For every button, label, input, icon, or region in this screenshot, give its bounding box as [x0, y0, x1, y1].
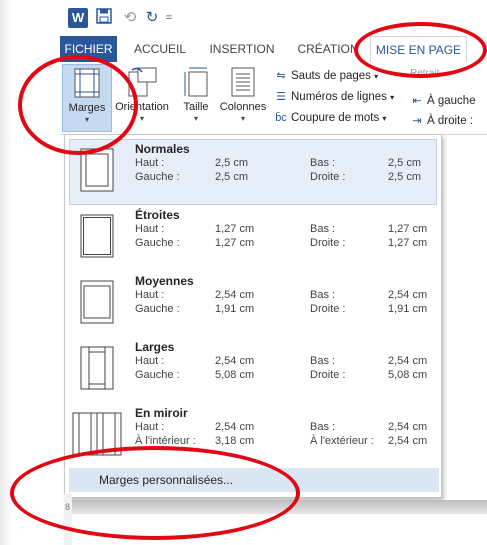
redo-icon[interactable]: ↻ [142, 8, 162, 28]
indent-right-label: À droite : [427, 115, 474, 127]
margin-key: Haut : [135, 223, 165, 235]
margin-value: 1,91 cm [215, 303, 255, 315]
highlight-ellipse-layout-tab [354, 22, 487, 78]
margin-value: 2,54 cm [388, 421, 428, 433]
margin-value: 1,27 cm [388, 237, 428, 249]
line-numbers-label: Numéros de lignes [291, 91, 387, 103]
margin-key: Gauche : [135, 303, 180, 315]
margin-key: Bas : [310, 289, 336, 301]
margin-key: À l'extérieur : [310, 435, 374, 447]
margin-value: 2,5 cm [388, 171, 422, 183]
margin-value: 2,54 cm [215, 355, 255, 367]
wide-margin-icon [80, 346, 114, 390]
margin-key: Bas : [310, 157, 336, 169]
margin-option-name: Normales [135, 142, 190, 156]
margin-key: Gauche : [135, 171, 180, 183]
size-caret: ▾ [193, 114, 198, 123]
margin-key: Droite : [310, 369, 346, 381]
left-shadow [0, 0, 12, 545]
margin-value: 2,5 cm [215, 157, 249, 169]
tab-insert[interactable]: INSERTION [203, 36, 281, 62]
size-icon [184, 67, 208, 97]
indent-right-field[interactable]: ⇥ À droite : [410, 112, 473, 130]
highlight-ellipse-margins-button [18, 55, 138, 155]
hyphenation-label: Coupure de mots [291, 112, 380, 124]
margin-value: 5,08 cm [388, 369, 428, 381]
tab-home[interactable]: ACCUEIL [127, 36, 193, 62]
margin-value: 1,27 cm [215, 223, 255, 235]
save-icon[interactable] [94, 8, 114, 28]
margin-value: 5,08 cm [215, 369, 255, 381]
indent-left-field[interactable]: ⇤ À gauche [410, 92, 476, 110]
margin-key: Haut : [135, 421, 165, 433]
margin-key: Haut : [135, 157, 165, 169]
margin-key: Bas : [310, 421, 336, 433]
line-numbers-icon: ☰ [276, 91, 286, 103]
hyphenation-caret: ▾ [382, 114, 387, 123]
indent-left-label: À gauche [427, 95, 476, 107]
margin-value: 3,18 cm [215, 435, 255, 447]
margin-key: Droite : [310, 303, 346, 315]
margin-option-name: Étroites [135, 208, 180, 222]
breaks-button[interactable]: ⇋ Sauts de pages ▾ [274, 67, 378, 85]
moderate-margin-icon [80, 280, 114, 324]
breaks-caret: ▾ [374, 72, 379, 81]
margin-value: 1,27 cm [388, 223, 428, 235]
margin-key: Droite : [310, 171, 346, 183]
margin-key: Gauche : [135, 369, 180, 381]
margin-value: 2,54 cm [388, 289, 428, 301]
margin-option-normal[interactable] [69, 139, 437, 205]
line-numbers-caret: ▾ [390, 93, 395, 102]
undo-icon[interactable]: ⟲ [120, 8, 140, 28]
margin-option-name: En miroir [135, 406, 188, 420]
margin-value: 2,5 cm [215, 171, 249, 183]
margin-option-name: Moyennes [135, 274, 194, 288]
margin-value: 1,91 cm [388, 303, 428, 315]
margin-key: Haut : [135, 289, 165, 301]
margin-value: 1,27 cm [215, 237, 255, 249]
word-app-icon[interactable]: W [68, 8, 88, 28]
breaks-label: Sauts de pages [291, 70, 371, 82]
columns-button[interactable]: Colonnes ▾ [217, 64, 269, 130]
margin-value: 2,54 cm [215, 289, 255, 301]
narrow-margin-icon [80, 214, 114, 258]
breaks-icon: ⇋ [276, 70, 286, 82]
margin-option-name: Larges [135, 340, 175, 354]
margin-value: 2,5 cm [388, 157, 422, 169]
margin-key: Droite : [310, 237, 346, 249]
hyphenation-icon: b̄c [275, 112, 287, 124]
margin-key: Haut : [135, 355, 165, 367]
highlight-ellipse-custom-margins [10, 446, 300, 540]
margin-key: Bas : [310, 355, 336, 367]
size-label: Taille [183, 101, 209, 113]
customize-qat-icon[interactable]: = [162, 8, 176, 28]
size-button[interactable]: Taille ▾ [175, 64, 217, 130]
columns-icon [231, 67, 255, 97]
margin-value: 2,54 cm [215, 421, 255, 433]
margin-key: Gauche : [135, 237, 180, 249]
line-numbers-button[interactable]: ☰ Numéros de lignes ▾ [274, 88, 394, 106]
indent-right-icon: ⇥ [412, 115, 422, 127]
hyphenation-button[interactable]: b̄c Coupure de mots ▾ [274, 109, 386, 127]
columns-caret: ▾ [240, 114, 245, 123]
margin-value: 2,54 cm [388, 435, 428, 447]
margin-key: Bas : [310, 223, 336, 235]
columns-label: Colonnes [219, 101, 267, 113]
margin-value: 2,54 cm [388, 355, 428, 367]
indent-left-icon: ⇤ [412, 95, 422, 107]
